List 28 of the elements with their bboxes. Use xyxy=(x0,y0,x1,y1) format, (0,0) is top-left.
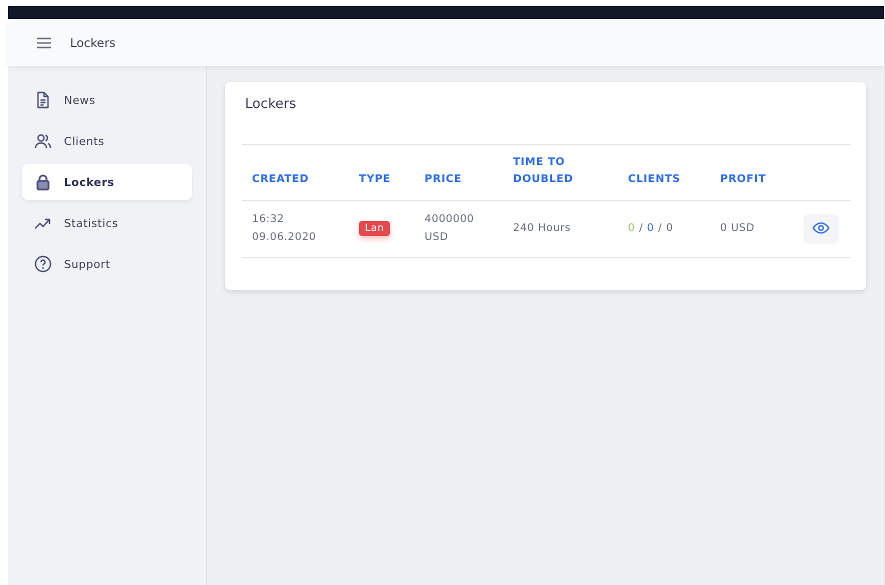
sidebar-item[interactable]: Statistics xyxy=(22,205,192,241)
created-cell: 16:32 09.06.2020 xyxy=(242,200,349,258)
sidebar-item[interactable]: Clients xyxy=(22,123,192,159)
column-header: PROFIT xyxy=(710,144,794,200)
price-cell: 4000000 USD xyxy=(414,200,503,258)
client-count: 0 xyxy=(628,222,636,234)
separator: / xyxy=(639,222,644,234)
column-header: TYPE xyxy=(348,144,415,200)
time-cell: 240 Hours xyxy=(502,200,618,258)
client-count: 0 xyxy=(647,222,654,234)
type-badge: Lan xyxy=(358,220,390,236)
client-count: 0 xyxy=(666,222,674,234)
profit-cell: 0 USD xyxy=(710,200,794,258)
column-header: PRICE xyxy=(414,144,503,200)
view-button[interactable] xyxy=(804,214,838,242)
lock-icon xyxy=(34,173,52,191)
column-header: CREATED xyxy=(242,144,349,200)
menu-icon[interactable] xyxy=(36,36,52,48)
card-title: Lockers xyxy=(245,96,298,112)
sidebar-item[interactable]: News xyxy=(22,82,192,118)
separator: / xyxy=(658,222,662,234)
page-title: Lockers xyxy=(70,36,116,50)
sidebar-item[interactable]: Lockers xyxy=(22,164,192,200)
sidebar-item[interactable]: Support xyxy=(22,246,192,282)
column-header: CLIENTS xyxy=(618,144,710,200)
users-icon xyxy=(34,132,52,150)
help-icon xyxy=(34,255,52,273)
column-header: TIME TO DOUBLED xyxy=(502,144,618,200)
